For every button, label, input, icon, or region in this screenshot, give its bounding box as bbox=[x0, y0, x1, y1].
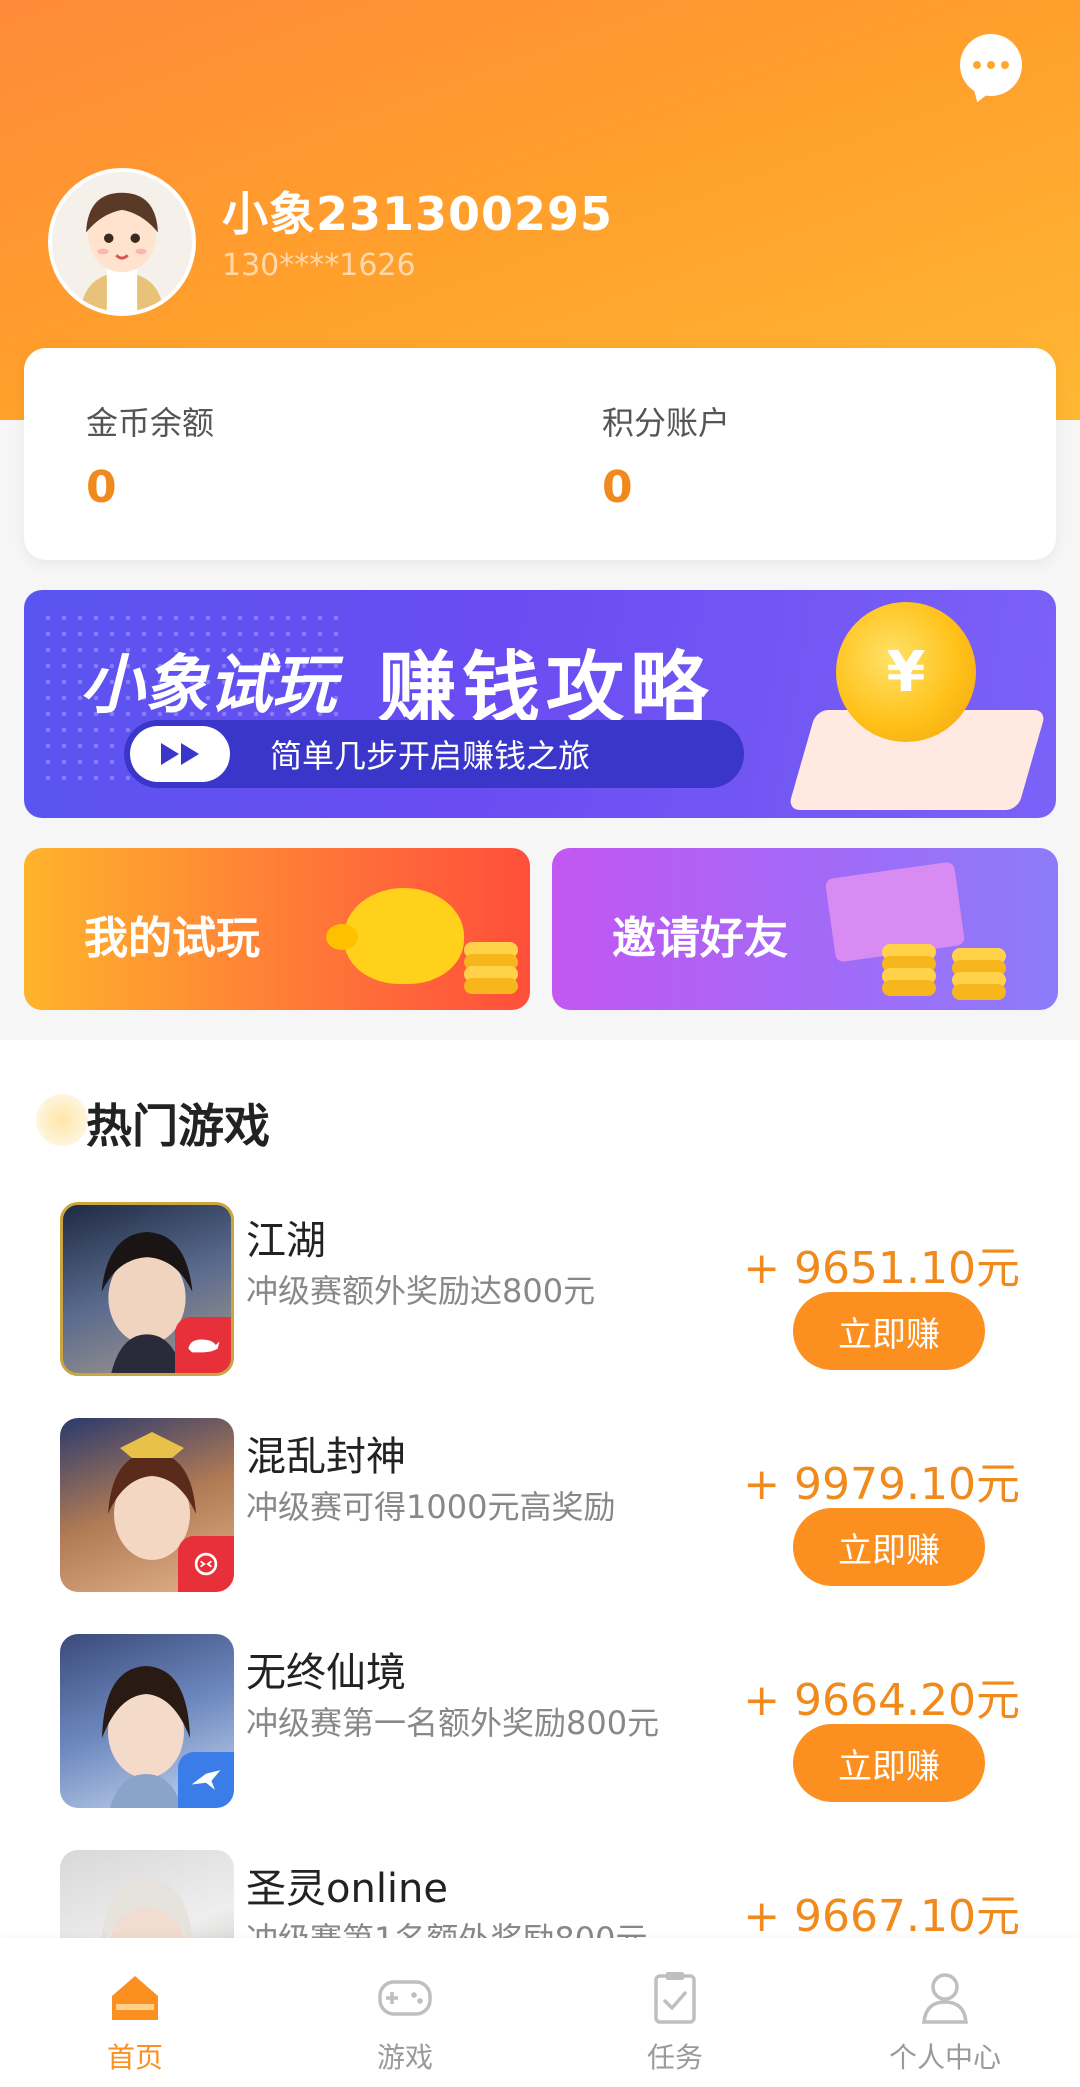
user-icon bbox=[922, 1973, 968, 2024]
coin-stack-icon bbox=[464, 978, 518, 994]
coin-stack-icon bbox=[952, 984, 1006, 1000]
game-icon-shengling bbox=[60, 1850, 234, 1938]
earn-now-button[interactable]: 立即赚 bbox=[793, 1292, 985, 1370]
gamepad-icon bbox=[378, 1980, 432, 2016]
user-phone: 130****1626 bbox=[222, 248, 416, 283]
coin-symbol: ¥ bbox=[886, 639, 926, 705]
coin-stack-icon bbox=[882, 980, 936, 996]
game-icon-wuzhongxianjing bbox=[60, 1634, 234, 1808]
game-desc: 冲级赛第一名额外奖励800元 bbox=[246, 1704, 660, 1742]
game-name: 圣灵online bbox=[246, 1866, 449, 1912]
home-icon bbox=[112, 1976, 158, 2020]
earn-now-button[interactable]: 立即赚 bbox=[793, 1508, 985, 1586]
game-item[interactable]: 江湖 冲级赛额外奖励达800元 + 9651.10元 立即赚 bbox=[0, 1202, 1080, 1402]
banner-subtitle: 简单几步开启赚钱之旅 bbox=[270, 737, 591, 775]
rhino-icon bbox=[175, 1317, 231, 1373]
my-trials-button[interactable]: 我的试玩 bbox=[24, 848, 530, 1010]
bird-icon bbox=[178, 1752, 234, 1808]
message-button[interactable] bbox=[960, 34, 1022, 96]
points-balance-value: 0 bbox=[602, 462, 633, 513]
points-balance[interactable]: 积分账户 0 bbox=[602, 398, 730, 513]
tab-profile-label: 个人中心 bbox=[888, 2041, 1001, 2074]
game-name: 江湖 bbox=[246, 1218, 326, 1264]
game-reward: + 9979.10元 bbox=[743, 1459, 1020, 1510]
tab-tasks[interactable]: 任务 bbox=[540, 1938, 810, 2087]
balance-card: 金币余额 0 积分账户 0 bbox=[24, 348, 1056, 560]
points-balance-label: 积分账户 bbox=[602, 404, 731, 442]
clipboard-check-icon bbox=[654, 1972, 696, 2024]
tab-games[interactable]: 游戏 bbox=[270, 1938, 540, 2087]
earn-now-button[interactable]: 立即赚 bbox=[793, 1724, 985, 1802]
more-dots-icon bbox=[973, 61, 1009, 69]
coin-balance-label: 金币余额 bbox=[86, 404, 215, 442]
game-item[interactable]: 圣灵online 冲级赛第1名额外奖励800元 + 9667.10元 bbox=[0, 1850, 1080, 1938]
game-icon-hunluanfengshen bbox=[60, 1418, 234, 1592]
game-reward: + 9651.10元 bbox=[743, 1243, 1020, 1294]
fast-forward-icon bbox=[130, 726, 230, 782]
user-name: 小象231300295 bbox=[222, 187, 614, 241]
game-desc: 冲级赛可得1000元高奖励 bbox=[246, 1488, 616, 1526]
hot-games-title: 热门游戏 bbox=[86, 1099, 270, 1153]
game-desc: 冲级赛第1名额外奖励800元 bbox=[246, 1914, 647, 1938]
section-title-decoration bbox=[36, 1094, 88, 1146]
game-desc: 冲级赛额外奖励达800元 bbox=[246, 1272, 596, 1310]
gold-coin-icon: ¥ bbox=[836, 602, 976, 742]
coin-balance-value: 0 bbox=[86, 462, 117, 513]
game-icon-jianghu bbox=[60, 1202, 234, 1376]
tiger-icon bbox=[178, 1536, 234, 1592]
money-stack-icon bbox=[824, 861, 966, 963]
piggy-bank-icon bbox=[326, 888, 464, 984]
tab-home[interactable]: 首页 bbox=[0, 1938, 270, 2087]
earning-guide-banner[interactable]: ¥ 小象试玩 赚钱攻略 简单几步开启赚钱之旅 bbox=[24, 590, 1056, 818]
game-item[interactable]: 无终仙境 冲级赛第一名额外奖励800元 + 9664.20元 立即赚 bbox=[0, 1634, 1080, 1834]
game-item[interactable]: 混乱封神 冲级赛可得1000元高奖励 + 9979.10元 立即赚 bbox=[0, 1418, 1080, 1618]
tab-profile[interactable]: 个人中心 bbox=[810, 1938, 1080, 2087]
avatar[interactable] bbox=[48, 168, 196, 316]
my-trials-label: 我的试玩 bbox=[84, 913, 260, 964]
banner-subtitle-pill: 简单几步开启赚钱之旅 bbox=[124, 720, 744, 788]
invite-friends-label: 邀请好友 bbox=[612, 913, 788, 964]
bottom-tab-bar: 首页 游戏 任务 个人中心 bbox=[0, 1938, 1080, 2087]
game-name: 混乱封神 bbox=[246, 1434, 406, 1480]
coin-balance[interactable]: 金币余额 0 bbox=[86, 398, 214, 513]
game-reward: + 9667.10元 bbox=[743, 1891, 1020, 1938]
game-art-icon bbox=[101, 1878, 193, 1938]
game-name: 无终仙境 bbox=[246, 1650, 406, 1696]
game-reward: + 9664.20元 bbox=[743, 1675, 1020, 1726]
avatar-illustration-icon bbox=[52, 172, 192, 312]
banner-title-brand: 小象试玩 bbox=[80, 649, 336, 723]
invite-friends-button[interactable]: 邀请好友 bbox=[552, 848, 1058, 1010]
tab-home-label: 首页 bbox=[106, 2041, 163, 2074]
tab-games-label: 游戏 bbox=[376, 2041, 433, 2074]
tab-tasks-label: 任务 bbox=[646, 2041, 703, 2074]
